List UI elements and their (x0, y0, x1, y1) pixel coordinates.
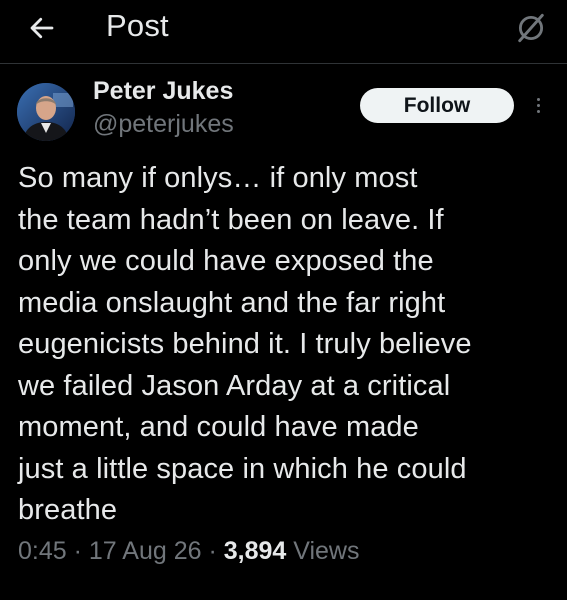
views-label: Views (293, 537, 360, 565)
post-meta: 0:45 · 17 Aug 26 · 3,894 Views (18, 537, 360, 566)
top-bar: Post (0, 0, 567, 56)
more-options-button[interactable] (528, 90, 548, 120)
author-handle[interactable]: @peterjukes (93, 110, 234, 139)
post-time[interactable]: 0:45 (18, 537, 67, 565)
more-vertical-icon-dot (536, 109, 540, 113)
more-vertical-icon-dot (536, 103, 540, 107)
post-text: So many if onlys… if only most the team … (18, 162, 472, 526)
header-divider (0, 63, 567, 64)
page-title: Post (106, 8, 169, 43)
back-button[interactable] (22, 8, 62, 48)
meta-separator: · (201, 537, 224, 565)
more-vertical-icon (536, 97, 540, 101)
grok-icon (518, 13, 544, 43)
follow-button[interactable]: Follow (360, 88, 514, 123)
views-count[interactable]: 3,894 (224, 537, 287, 565)
avatar[interactable] (17, 83, 75, 141)
grok-button[interactable] (511, 8, 551, 48)
post-date[interactable]: 17 Aug 26 (89, 537, 202, 565)
profile-photo (17, 83, 75, 141)
arrow-left-icon (30, 17, 54, 39)
author-name[interactable]: Peter Jukes (93, 77, 233, 106)
meta-separator: · (66, 537, 89, 565)
